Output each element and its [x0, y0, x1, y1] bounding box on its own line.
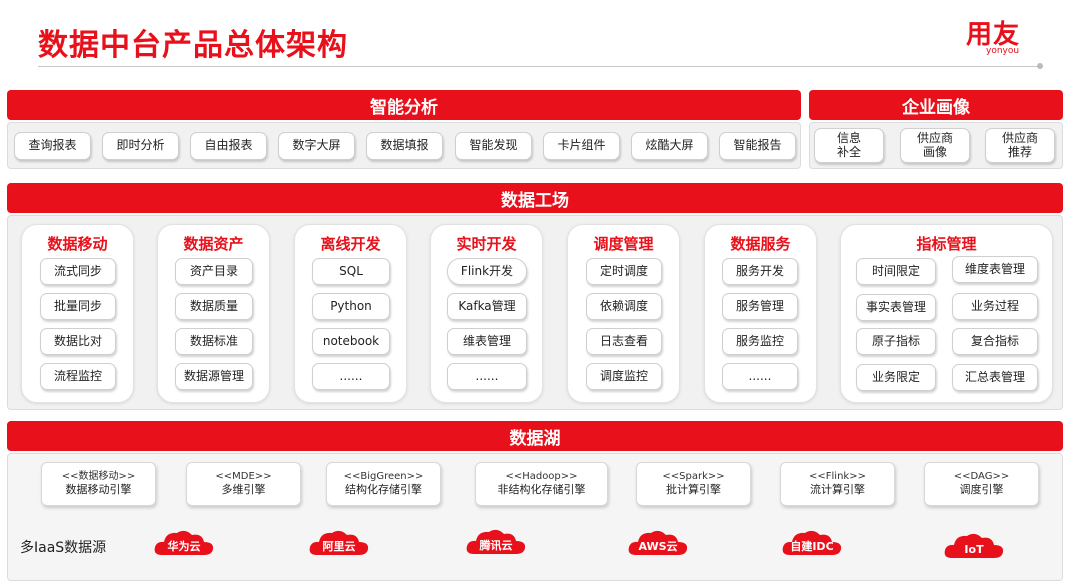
indicator-item[interactable]: 事实表管理	[856, 294, 936, 321]
divider-dot	[1037, 63, 1043, 69]
analysis-item[interactable]: 即时分析	[102, 132, 179, 160]
analysis-item[interactable]: 卡片组件	[543, 132, 620, 160]
lake-engine[interactable]: <<数据移动>> 数据移动引擎	[41, 462, 156, 506]
group-title: 实时开发	[456, 235, 517, 253]
factory-item[interactable]: 批量同步	[40, 293, 116, 320]
portrait-header: 企业画像	[809, 90, 1063, 120]
indicator-item[interactable]: 原子指标	[856, 328, 936, 355]
lake-engine[interactable]: <<Flink>> 流计算引擎	[780, 462, 895, 506]
indicator-item[interactable]: 业务限定	[856, 364, 936, 391]
factory-item[interactable]: ......	[312, 363, 390, 390]
factory-header: 数据工场	[7, 183, 1063, 213]
iaas-label: 多IaaS数据源	[20, 540, 107, 556]
title-divider	[38, 66, 1038, 67]
factory-item[interactable]: 日志查看	[586, 328, 662, 355]
factory-item[interactable]: 服务监控	[722, 328, 798, 355]
lake-engine[interactable]: <<Spark>> 批计算引擎	[636, 462, 751, 506]
factory-item[interactable]: 流式同步	[40, 258, 116, 285]
indicator-item[interactable]: 时间限定	[856, 258, 936, 285]
cloud-label-iot: IoT	[964, 542, 984, 556]
factory-item[interactable]: 维表管理	[447, 328, 527, 355]
factory-item[interactable]: 服务开发	[722, 258, 798, 285]
factory-item[interactable]: Python	[312, 293, 390, 320]
factory-item[interactable]: ......	[447, 363, 527, 390]
factory-item[interactable]: 数据质量	[175, 293, 253, 320]
factory-item[interactable]: 数据源管理	[175, 363, 253, 390]
group-title: 调度管理	[593, 235, 654, 253]
group-title: 数据服务	[730, 235, 791, 253]
factory-item[interactable]: 数据标准	[175, 328, 253, 355]
group-title: 数据资产	[183, 235, 244, 253]
analysis-item[interactable]: 智能发现	[455, 132, 532, 160]
cloud-label-aliyun: 阿里云	[322, 540, 356, 553]
page-title: 数据中台产品总体架构	[38, 28, 348, 63]
analysis-item[interactable]: 数据填报	[366, 132, 443, 160]
lake-engine[interactable]: <<MDE>> 多维引擎	[186, 462, 301, 506]
factory-item[interactable]: Flink开发	[447, 258, 527, 285]
analysis-header: 智能分析	[7, 90, 801, 120]
cloud-label-huawei: 华为云	[167, 540, 201, 553]
cloud-label-aws: AWS云	[638, 540, 678, 553]
analysis-item[interactable]: 数字大屏	[278, 132, 355, 160]
lake-engine[interactable]: <<BigGreen>> 结构化存储引擎	[326, 462, 441, 506]
group-title: 离线开发	[320, 235, 381, 253]
lake-engine[interactable]: <<DAG>> 调度引擎	[924, 462, 1039, 506]
factory-item[interactable]: 资产目录	[175, 258, 253, 285]
indicator-item[interactable]: 维度表管理	[952, 256, 1038, 283]
indicator-item[interactable]: 汇总表管理	[952, 364, 1038, 391]
group-title: 指标管理	[916, 235, 977, 253]
factory-item[interactable]: 依赖调度	[586, 293, 662, 320]
group-title: 数据移动	[47, 235, 108, 253]
factory-item[interactable]: 数据比对	[40, 328, 116, 355]
factory-item[interactable]: 调度监控	[586, 363, 662, 390]
analysis-item[interactable]: 智能报告	[719, 132, 796, 160]
factory-item[interactable]: ......	[722, 363, 798, 390]
factory-item[interactable]: SQL	[312, 258, 390, 285]
portrait-item[interactable]: 信息 补全	[814, 128, 884, 163]
factory-item[interactable]: 流程监控	[40, 363, 116, 390]
yonyou-logo-subtitle: yonyou	[986, 46, 1020, 56]
lake-engine[interactable]: <<Hadoop>> 非结构化存储引擎	[475, 462, 608, 506]
portrait-item[interactable]: 供应商 画像	[900, 128, 970, 163]
factory-item[interactable]: Kafka管理	[447, 293, 527, 320]
indicator-item[interactable]: 业务过程	[952, 293, 1038, 320]
analysis-item[interactable]: 炫酷大屏	[631, 132, 708, 160]
factory-item[interactable]: notebook	[312, 328, 390, 355]
indicator-item[interactable]: 复合指标	[952, 328, 1038, 355]
factory-item[interactable]: 定时调度	[586, 258, 662, 285]
analysis-item[interactable]: 自由报表	[190, 132, 267, 160]
analysis-item[interactable]: 查询报表	[14, 132, 91, 160]
portrait-item[interactable]: 供应商 推荐	[985, 128, 1055, 163]
cloud-label-tencent: 腾讯云	[479, 539, 513, 552]
cloud-label-idc: 自建IDC	[790, 540, 834, 553]
factory-item[interactable]: 服务管理	[722, 293, 798, 320]
lake-header: 数据湖	[7, 421, 1063, 451]
